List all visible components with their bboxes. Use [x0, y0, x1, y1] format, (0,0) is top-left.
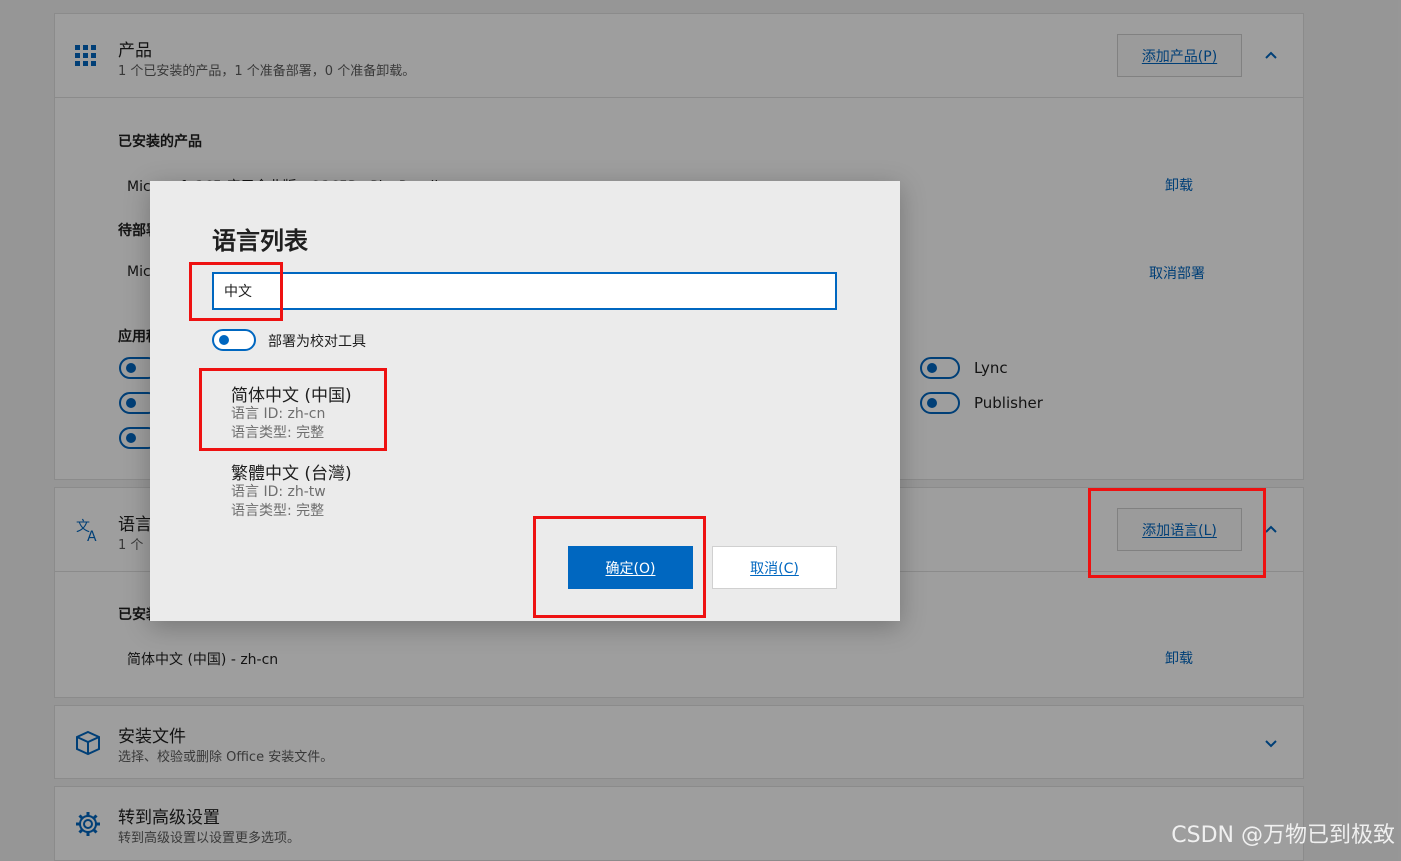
language-type: 语言类型: 完整 — [231, 425, 325, 441]
proofing-toggle-label: 部署为校对工具 — [268, 334, 366, 350]
language-search-input[interactable] — [212, 272, 837, 310]
proofing-toggle[interactable] — [212, 329, 256, 351]
ok-button[interactable]: 确定(O) — [568, 546, 693, 589]
watermark: CSDN @万物已到极致 — [1171, 823, 1395, 848]
language-type: 语言类型: 完整 — [231, 503, 325, 519]
dialog-title: 语言列表 — [212, 227, 308, 255]
language-list-dialog: 语言列表 部署为校对工具 简体中文 (中国) 语言 ID: zh-cn 语言类型… — [150, 181, 900, 621]
language-id: 语言 ID: zh-tw — [231, 484, 326, 500]
language-id: 语言 ID: zh-cn — [231, 406, 326, 422]
cancel-button[interactable]: 取消(C) — [712, 546, 837, 589]
